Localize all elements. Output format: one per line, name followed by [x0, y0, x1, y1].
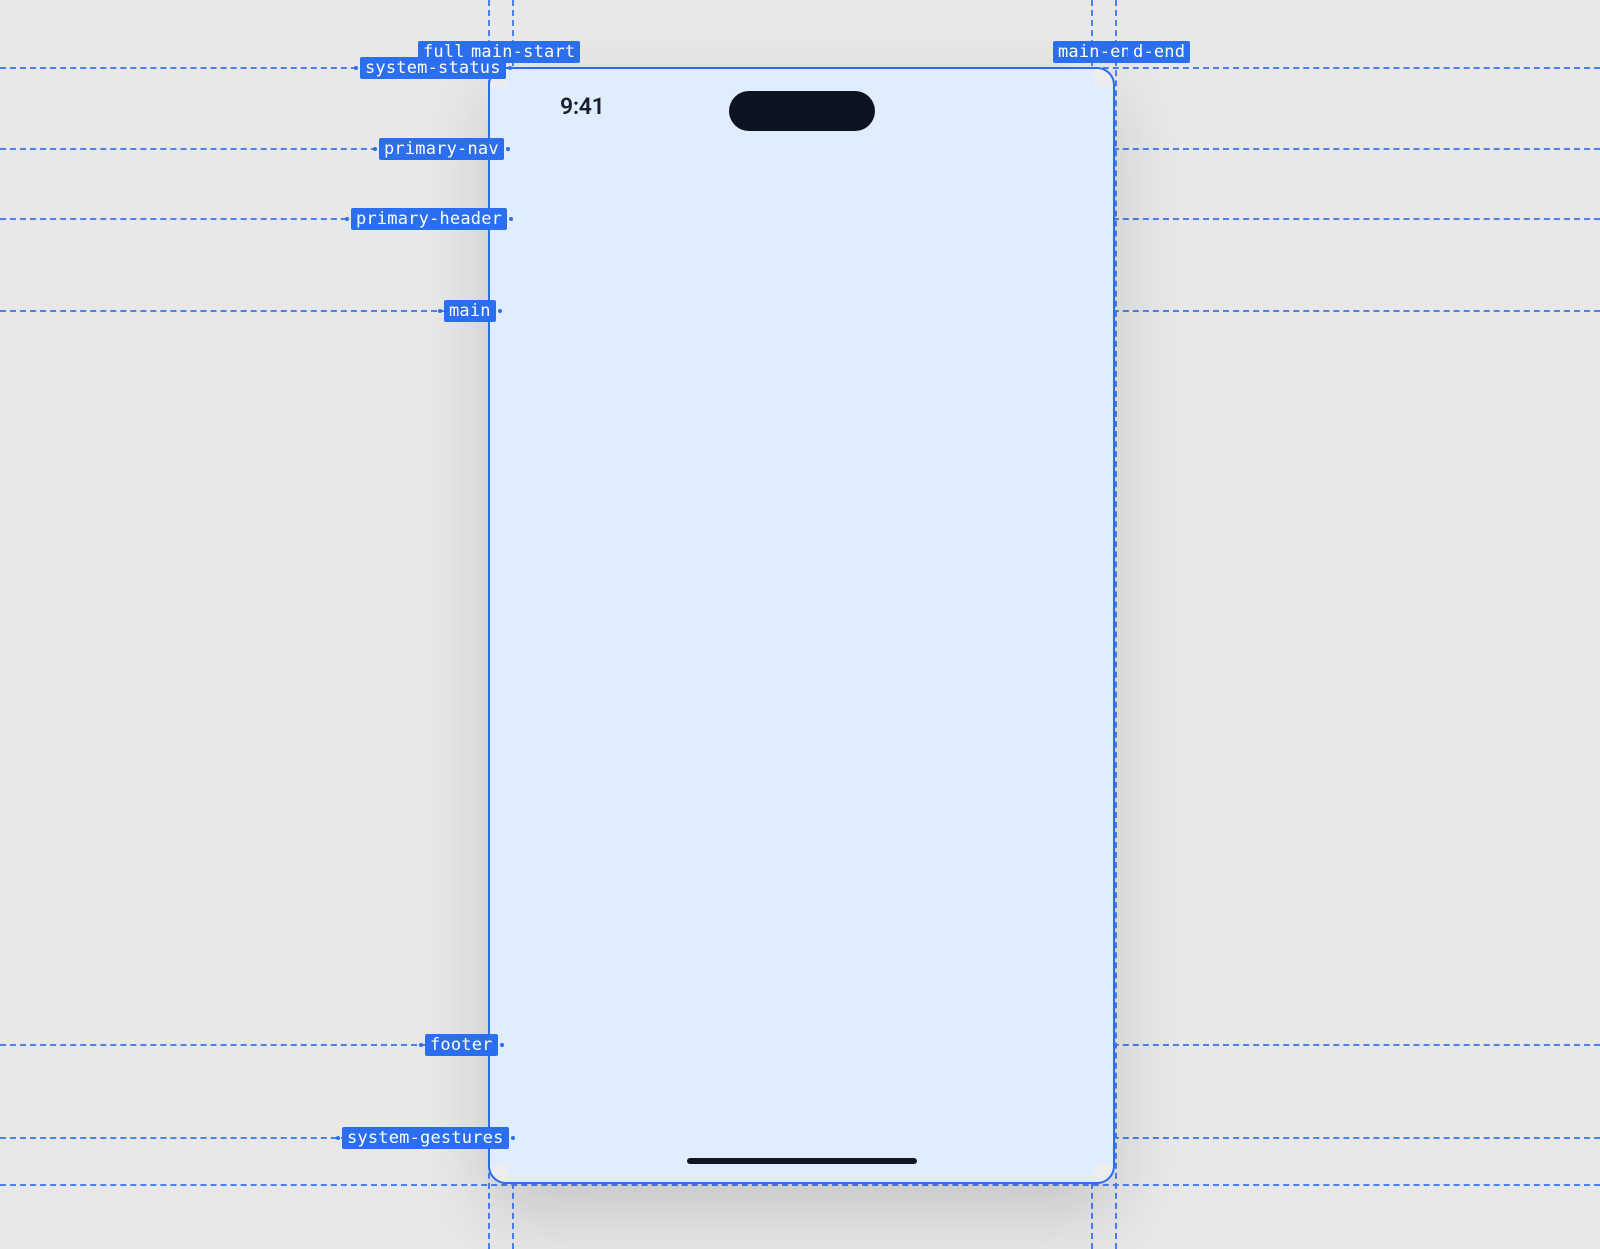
- label-system-status: system-status: [360, 57, 506, 79]
- label-primary-header: primary-header: [351, 208, 507, 230]
- label-main: main: [444, 300, 496, 322]
- hguide-bottom: [0, 1184, 1600, 1186]
- label-system-gestures: system-gestures: [342, 1127, 509, 1149]
- label-footer: footer: [425, 1034, 498, 1056]
- phone-corner: [490, 1164, 508, 1182]
- label-full-bleed-end: d-end: [1128, 41, 1190, 63]
- label-primary-nav: primary-nav: [379, 138, 504, 160]
- phone-corner: [1095, 1164, 1113, 1182]
- vguide-full-bleed-end: [1115, 0, 1117, 1249]
- phone-corner: [1095, 69, 1113, 87]
- phone-frame: 9:41: [488, 67, 1115, 1184]
- dynamic-island: [729, 91, 875, 131]
- home-indicator[interactable]: [687, 1158, 917, 1164]
- status-clock: 9:41: [560, 93, 605, 120]
